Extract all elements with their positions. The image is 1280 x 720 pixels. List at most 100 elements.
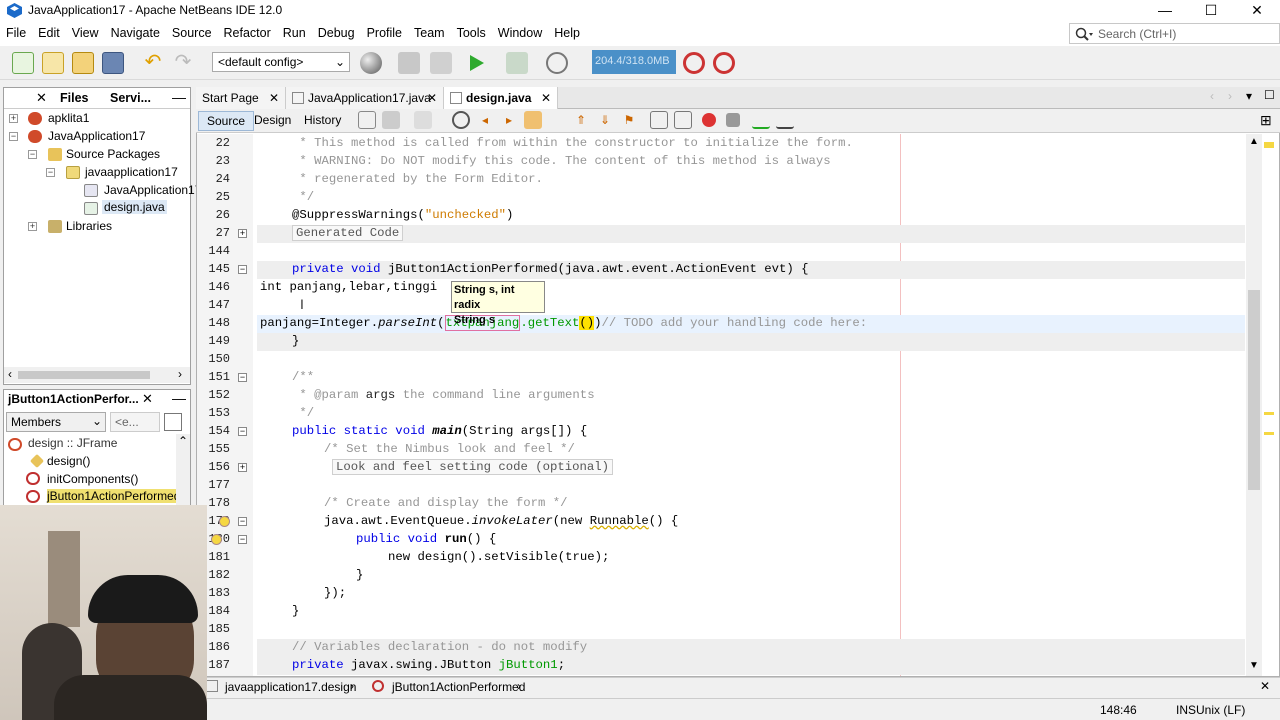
scroll-right-icon[interactable]: ›: [178, 367, 182, 381]
menu-team[interactable]: Team: [408, 22, 451, 44]
insert-mode[interactable]: INS: [1176, 703, 1196, 717]
members-select[interactable]: Members ⌄: [6, 412, 106, 432]
tab-files[interactable]: Files: [54, 88, 95, 108]
maximize-button[interactable]: ☐: [1188, 0, 1234, 22]
expand-icon[interactable]: +: [28, 222, 37, 231]
last-edit-icon[interactable]: [358, 111, 376, 129]
collapse-fold-icon[interactable]: −: [238, 427, 247, 436]
code-line-186[interactable]: // Variables declaration - do not modify: [260, 640, 587, 654]
code-line-26[interactable]: @SuppressWarnings("unchecked"): [260, 208, 513, 222]
hint-bulb-icon[interactable]: [219, 516, 230, 527]
code-line-149[interactable]: }: [260, 334, 299, 348]
shift-left-icon[interactable]: [650, 111, 668, 129]
code-line-148[interactable]: panjang=Integer.parseInt(txtpanjang.getT…: [260, 315, 867, 331]
error-stripe-marker[interactable]: [1264, 142, 1274, 148]
code-line-24[interactable]: * regenerated by the Form Editor.: [260, 172, 543, 186]
profiler-snapshot-icon[interactable]: [713, 52, 735, 74]
expand-icon[interactable]: +: [9, 114, 18, 123]
toggle-bookmark-icon[interactable]: ⚑: [620, 111, 638, 129]
override-bulb-icon[interactable]: [211, 534, 222, 545]
close-icon[interactable]: ✕: [541, 91, 551, 105]
code-line-183[interactable]: });: [260, 586, 346, 600]
next-bookmark-icon[interactable]: ⇓: [596, 111, 614, 129]
tab-history[interactable]: History: [296, 111, 349, 131]
close-icon[interactable]: ✕: [1260, 679, 1270, 693]
uncomment-icon[interactable]: [776, 111, 794, 129]
error-stripe-marker[interactable]: [1264, 412, 1274, 415]
gc-icon[interactable]: [683, 52, 705, 74]
code-line-151[interactable]: /**: [260, 370, 314, 384]
expand-fold-icon[interactable]: +: [238, 463, 247, 472]
line-ending[interactable]: Unix (LF): [1196, 703, 1245, 717]
nav-item-jbutton1actionperformed[interactable]: jButton1ActionPerformed(: [47, 489, 185, 503]
menu-tools[interactable]: Tools: [451, 22, 492, 44]
code-line-156[interactable]: Look and feel setting code (optional): [260, 459, 614, 475]
collapse-icon[interactable]: −: [9, 132, 18, 141]
menu-edit[interactable]: Edit: [32, 22, 66, 44]
code-line-181[interactable]: new design().setVisible(true);: [260, 550, 609, 564]
breadcrumb-class[interactable]: javaapplication17.design: [225, 680, 356, 694]
tab-services[interactable]: Servi...: [104, 88, 157, 108]
menu-run[interactable]: Run: [277, 22, 312, 44]
search-input[interactable]: Search (Ctrl+I): [1069, 23, 1280, 44]
tab-list-icon[interactable]: ▾: [1246, 89, 1252, 103]
menu-source[interactable]: Source: [166, 22, 218, 44]
tab-start-page[interactable]: Start Page ✕: [196, 87, 286, 109]
filter-select[interactable]: <e...: [110, 412, 160, 432]
split-editor-icon[interactable]: ⊞: [1260, 112, 1272, 129]
stop-macro-icon[interactable]: [726, 113, 740, 127]
code-line-184[interactable]: }: [260, 604, 299, 618]
close-window-button[interactable]: ✕: [1234, 0, 1280, 22]
menu-view[interactable]: View: [66, 22, 105, 44]
memory-indicator[interactable]: 204.4/318.0MB: [592, 50, 676, 74]
toggle-highlight-icon[interactable]: [524, 111, 542, 129]
profile-icon[interactable]: [546, 52, 568, 74]
close-icon[interactable]: ✕: [142, 391, 153, 407]
collapse-fold-icon[interactable]: −: [238, 517, 247, 526]
code-line-153[interactable]: */: [260, 406, 314, 420]
globe-icon[interactable]: [360, 52, 382, 74]
code-line-187[interactable]: private javax.swing.JButton jButton1;: [260, 658, 565, 672]
find-previous-icon[interactable]: ◂: [476, 111, 494, 129]
code-line-155[interactable]: /* Set the Nimbus look and feel */: [260, 442, 575, 456]
collapse-fold-icon[interactable]: −: [238, 373, 247, 382]
collapse-fold-icon[interactable]: −: [238, 265, 247, 274]
menu-window[interactable]: Window: [492, 22, 548, 44]
collapse-icon[interactable]: −: [46, 168, 55, 177]
tab-design-java[interactable]: design.java ✕: [444, 87, 558, 109]
nav-item-constructor[interactable]: design(): [47, 454, 90, 468]
code-line-145[interactable]: private void jButton1ActionPerformed(jav…: [260, 262, 809, 276]
expand-fold-icon[interactable]: +: [238, 229, 247, 238]
horizontal-scrollbar[interactable]: ‹ ›: [4, 367, 190, 383]
generated-code-fold[interactable]: Generated Code: [292, 225, 404, 241]
run-icon[interactable]: [466, 52, 488, 74]
new-file-icon[interactable]: [12, 52, 34, 74]
build-icon[interactable]: [398, 52, 420, 74]
tree-item-javaapplication17[interactable]: JavaApplication17: [48, 129, 145, 143]
code-line-180[interactable]: public void run() {: [260, 532, 496, 546]
code-line-146[interactable]: int panjang,lebar,tinggi: [260, 280, 437, 294]
comment-icon[interactable]: [752, 111, 770, 129]
tab-design[interactable]: Design: [246, 111, 299, 131]
tree-item-package[interactable]: javaapplication17: [85, 165, 178, 179]
editor-vertical-scrollbar[interactable]: ▲ ▼: [1246, 134, 1262, 676]
code-line-178[interactable]: /* Create and display the form */: [260, 496, 568, 510]
scroll-up-icon[interactable]: ▲: [1249, 136, 1259, 147]
code-line-23[interactable]: * WARNING: Do NOT modify this code. The …: [260, 154, 830, 168]
menu-profile[interactable]: Profile: [361, 22, 408, 44]
code-line-179[interactable]: java.awt.EventQueue.invokeLater(new Runn…: [260, 514, 678, 528]
close-icon[interactable]: ✕: [36, 90, 47, 106]
find-icon[interactable]: [452, 111, 470, 129]
menu-file[interactable]: File: [0, 22, 32, 44]
scroll-left-icon[interactable]: ‹: [8, 367, 12, 381]
new-project-icon[interactable]: [42, 52, 64, 74]
menu-help[interactable]: Help: [548, 22, 586, 44]
close-icon[interactable]: ✕: [269, 91, 279, 105]
code-line-152[interactable]: * @param args the command line arguments: [260, 388, 594, 402]
tree-item-libraries[interactable]: Libraries: [66, 219, 112, 233]
debug-icon[interactable]: [506, 52, 528, 74]
redo-icon[interactable]: ↷: [172, 52, 194, 74]
tab-javaapplication17-java[interactable]: JavaApplication17.java ✕: [286, 87, 444, 109]
collapse-fold-icon[interactable]: −: [238, 535, 247, 544]
minimize-panel-icon[interactable]: —: [172, 89, 186, 105]
